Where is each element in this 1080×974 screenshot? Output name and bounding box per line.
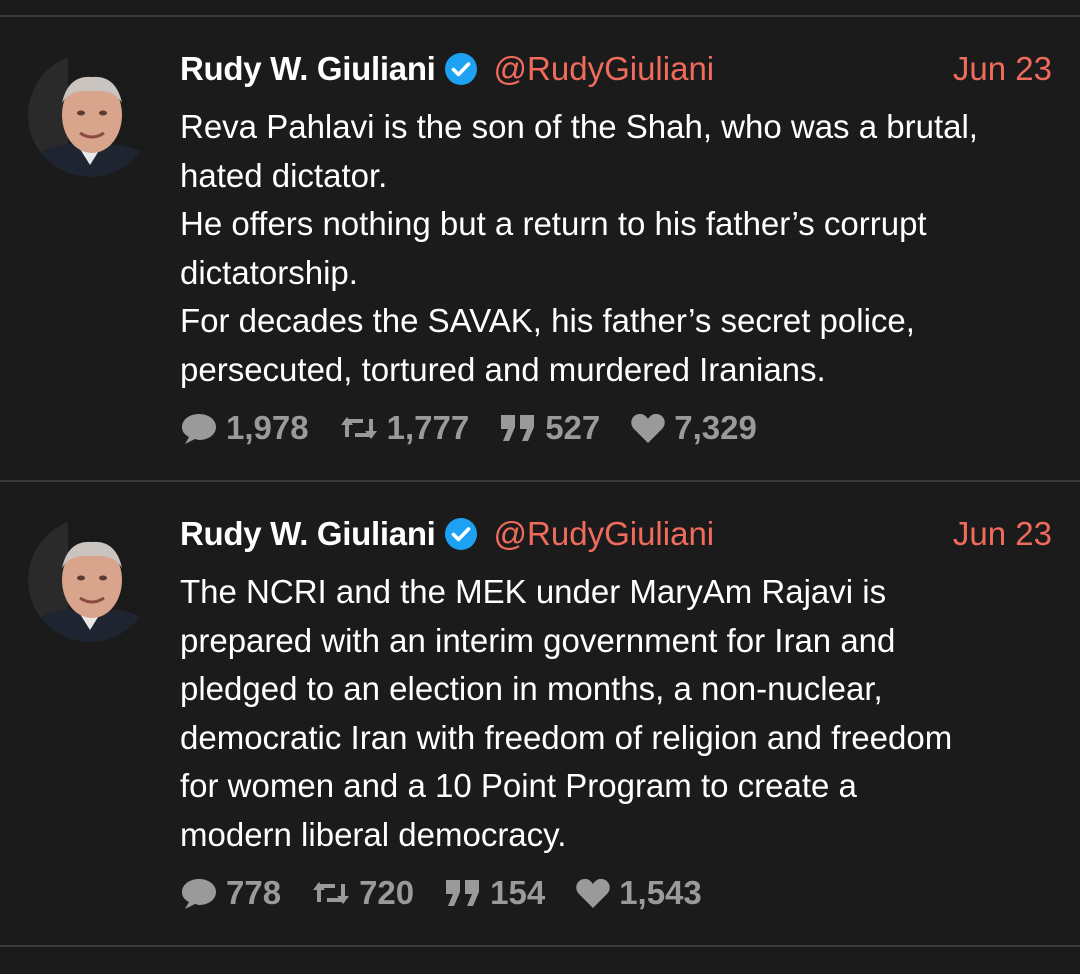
quote-icon bbox=[446, 880, 480, 906]
like-count: 1,543 bbox=[619, 874, 702, 911]
author-name[interactable]: Rudy W. Giuliani bbox=[180, 50, 436, 88]
avatar[interactable] bbox=[28, 53, 152, 177]
tweet-date[interactable]: Jun 23 bbox=[953, 50, 1052, 88]
quote-count: 527 bbox=[545, 409, 601, 446]
avatar-portrait-icon bbox=[28, 518, 152, 642]
tweet-divider bbox=[0, 480, 1080, 482]
heart-icon bbox=[576, 878, 610, 908]
tweet-stats: 778 720 154 1,543 bbox=[180, 874, 732, 912]
tweet-text-line: dictatorship. bbox=[180, 253, 358, 291]
like-button[interactable]: 7,329 bbox=[630, 409, 757, 447]
avatar[interactable] bbox=[28, 518, 152, 642]
retweet-icon bbox=[340, 417, 377, 439]
reply-count: 778 bbox=[226, 874, 282, 911]
author-name[interactable]: Rudy W. Giuliani bbox=[180, 515, 436, 553]
tweet-text: The NCRI and the MEK under MaryAm Rajavi… bbox=[180, 568, 1052, 859]
author-handle[interactable]: @RudyGiuliani bbox=[494, 515, 715, 553]
like-count: 7,329 bbox=[674, 409, 757, 446]
top-divider bbox=[0, 15, 1080, 17]
like-button[interactable]: 1,543 bbox=[575, 874, 702, 912]
verified-badge-icon bbox=[444, 518, 477, 550]
retweet-button[interactable]: 720 bbox=[311, 874, 414, 912]
tweet-text-line: persecuted, tortured and murdered Irania… bbox=[180, 350, 826, 388]
retweet-button[interactable]: 1,777 bbox=[339, 409, 470, 447]
author-handle[interactable]: @RudyGiuliani bbox=[494, 50, 715, 88]
tweet-header: Rudy W. Giuliani @RudyGiuliani Jun 23 bbox=[180, 47, 1052, 91]
tweet-text-line: prepared with an interim government for … bbox=[180, 621, 896, 659]
tweet-date[interactable]: Jun 23 bbox=[953, 515, 1052, 553]
heart-icon bbox=[631, 413, 665, 443]
retweet-icon bbox=[313, 882, 350, 904]
tweet-header: Rudy W. Giuliani @RudyGiuliani Jun 23 bbox=[180, 512, 1052, 556]
tweet-text-line: Reva Pahlavi is the son of the Shah, who… bbox=[180, 108, 978, 145]
tweet-text-line: He offers nothing but a return to his fa… bbox=[180, 205, 927, 242]
reply-bubble-icon bbox=[182, 879, 216, 909]
quote-count: 154 bbox=[490, 874, 546, 911]
quote-button[interactable]: 527 bbox=[499, 409, 600, 447]
bottom-divider bbox=[0, 945, 1080, 947]
reply-count: 1,978 bbox=[226, 409, 309, 446]
retweet-count: 1,777 bbox=[386, 409, 470, 446]
reply-button[interactable]: 1,978 bbox=[180, 409, 309, 447]
retweet-count: 720 bbox=[359, 874, 415, 911]
tweet-text-line: for women and a 10 Point Program to crea… bbox=[180, 767, 857, 804]
reply-button[interactable]: 778 bbox=[180, 874, 281, 912]
tweet-stats: 1,978 1,777 527 7,329 bbox=[180, 409, 787, 447]
avatar-portrait-icon bbox=[28, 53, 152, 177]
tweet-text-line: The NCRI and the MEK under MaryAm Rajavi… bbox=[180, 573, 887, 610]
tweet-text-line: hated dictator. bbox=[180, 156, 388, 194]
reply-bubble-icon bbox=[182, 414, 216, 444]
quote-button[interactable]: 154 bbox=[444, 874, 545, 912]
verified-badge-icon bbox=[444, 53, 477, 85]
tweet-text: Reva Pahlavi is the son of the Shah, who… bbox=[180, 103, 1052, 394]
tweet-text-line: For decades the SAVAK, his father’s secr… bbox=[180, 302, 915, 339]
tweet-text-line: democratic Iran with freedom of religion… bbox=[180, 718, 953, 756]
quote-icon bbox=[501, 415, 535, 441]
tweet-text-line: modern liberal democracy. bbox=[180, 815, 567, 853]
tweet-text-line: pledged to an election in months, a non-… bbox=[180, 670, 883, 707]
